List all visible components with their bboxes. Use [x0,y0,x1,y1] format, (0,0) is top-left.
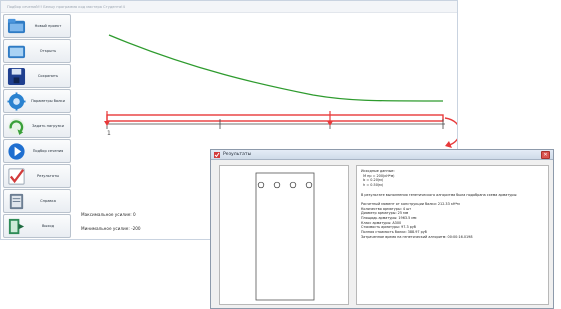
dialog-title-bar[interactable]: Результаты ✕ [211,150,553,160]
folder-icon [7,18,26,34]
results-button[interactable]: Результаты [3,164,71,188]
sidebar-item-label: Открыть [39,48,57,53]
min-force-label: Минимальное усилие: -200 [81,226,141,231]
beam-section-outline [255,172,315,301]
support-label: 1 [107,130,111,137]
max-force-label: Максимальное усилие: 0 [81,212,136,217]
open-button[interactable]: Открыть [3,39,71,63]
screen: Подбор сечений!!! Белыу программа код ма… [0,0,561,309]
new-project-button[interactable]: Новый проект [3,14,71,38]
rebar-circle [305,181,313,189]
sidebar-item-label: Сохранить [37,73,59,78]
rebar-circle [257,181,265,189]
section-drawing [255,172,315,301]
beam-body [106,114,444,122]
checkmark-icon [8,168,25,185]
results-dialog: Результаты ✕ Исходные данные: М пр = 200… [210,149,554,309]
book-icon [9,193,24,210]
floppy-icon [7,67,26,86]
results-window-icon [214,152,220,158]
close-button[interactable]: ✕ [541,151,550,159]
sidebar-item-label: Справка [40,198,56,203]
moment-curve [108,34,444,102]
sidebar-item-label: Задать нагрузки [32,123,64,128]
sidebar-item-label: Выход [41,223,55,228]
sidebar-item-label: Результаты [36,173,60,178]
moment-arrow [444,117,457,146]
green-arrow-icon [8,118,25,136]
gear-icon [7,92,26,111]
sidebar-item-label: Новый проект [34,23,62,28]
report-panel: Исходные данные: М пр = 200(кН*м) b = 0.… [356,165,549,305]
help-button[interactable]: Справка [3,189,71,213]
load-arrowhead-middle [327,121,333,126]
rebar-circle [289,181,297,189]
section-selection-button[interactable]: Подбор сечения [3,139,71,163]
section-preview-panel [219,165,349,305]
save-button[interactable]: Сохранить [3,64,71,88]
exit-icon [8,218,25,235]
open-folder-icon [7,45,26,59]
report-text: Исходные данные: М пр = 200(кН*м) b = 0.… [361,169,518,239]
window-title: Подбор сечений!!! Белыу программа код ма… [1,1,457,13]
dialog-title: Результаты [223,152,252,157]
sidebar-item-label: Параметры балки [31,98,65,103]
sidebar: Новый проект Открыть Сохранить Параметры… [3,14,71,239]
play-icon [8,143,25,160]
rebar-circle [273,181,281,189]
beam-parameters-button[interactable]: Параметры балки [3,89,71,113]
set-loads-button[interactable]: Задать нагрузки [3,114,71,138]
exit-button[interactable]: Выход [3,214,71,238]
load-arrowhead-left [104,121,110,126]
sidebar-item-label: Подбор сечения [32,148,64,153]
